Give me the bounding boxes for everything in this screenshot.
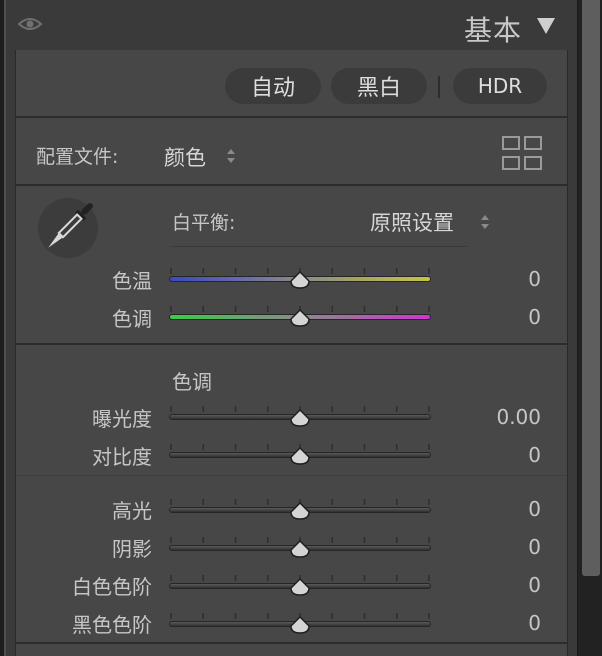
blacks-slider[interactable] <box>169 611 431 634</box>
scrollbar[interactable] <box>577 0 602 656</box>
eyedropper-icon[interactable] <box>36 196 100 260</box>
dropdown-arrows-icon[interactable] <box>480 213 490 231</box>
white-balance-dropdown[interactable]: 原照设置 <box>370 207 454 237</box>
whites-label: 白色色阶 <box>72 575 152 599</box>
highlights-value[interactable]: 0 <box>528 497 541 521</box>
white-balance-label: 白平衡: <box>172 212 236 234</box>
tone-section-label: 色调 <box>172 370 212 394</box>
profile-label: 配置文件: <box>36 146 119 168</box>
slider-thumb[interactable] <box>289 578 311 596</box>
temp-label: 色温 <box>112 269 152 293</box>
exposure-slider[interactable] <box>169 404 431 427</box>
divider <box>16 116 567 118</box>
slider-thumb[interactable] <box>289 502 311 520</box>
tint-slider[interactable] <box>169 304 431 327</box>
shadows-value[interactable]: 0 <box>528 535 541 559</box>
slider-thumb[interactable] <box>289 409 311 427</box>
button-divider <box>438 76 440 98</box>
contrast-slider[interactable] <box>169 442 431 465</box>
shadows-slider[interactable] <box>169 535 431 558</box>
dropdown-underline <box>171 246 467 247</box>
slider-thumb[interactable] <box>289 271 311 289</box>
tint-label: 色调 <box>112 307 152 331</box>
divider <box>16 642 567 644</box>
eye-icon[interactable] <box>18 16 42 32</box>
triangle-down-icon[interactable] <box>536 17 556 35</box>
slider-thumb[interactable] <box>289 540 311 558</box>
dropdown-arrows-icon[interactable] <box>226 147 236 165</box>
auto-button[interactable]: 自动 <box>225 68 321 104</box>
panel-header[interactable]: 基本 <box>6 0 568 50</box>
hdr-button[interactable]: HDR <box>453 68 547 104</box>
temp-slider[interactable] <box>169 266 431 289</box>
left-panel-edge <box>0 0 6 656</box>
slider-thumb[interactable] <box>289 616 311 634</box>
temp-value[interactable]: 0 <box>528 267 541 291</box>
blacks-label: 黑色色阶 <box>72 613 152 637</box>
black-white-button[interactable]: 黑白 <box>331 68 427 104</box>
divider <box>16 184 567 186</box>
contrast-value[interactable]: 0 <box>528 443 541 467</box>
divider <box>16 475 567 476</box>
grid-icon[interactable] <box>502 136 542 170</box>
panel-title: 基本 <box>463 14 522 47</box>
exposure-value[interactable]: 0.00 <box>496 405 541 429</box>
whites-value[interactable]: 0 <box>528 573 541 597</box>
contrast-label: 对比度 <box>92 445 152 469</box>
whites-slider[interactable] <box>169 573 431 596</box>
highlights-slider[interactable] <box>169 497 431 520</box>
blacks-value[interactable]: 0 <box>528 611 541 635</box>
profile-dropdown[interactable]: 颜色 <box>164 142 206 172</box>
slider-thumb[interactable] <box>289 447 311 465</box>
highlights-label: 高光 <box>112 499 152 523</box>
divider <box>16 343 567 345</box>
scrollbar-thumb[interactable] <box>582 0 600 576</box>
exposure-label: 曝光度 <box>92 407 152 431</box>
tint-value[interactable]: 0 <box>528 305 541 329</box>
basic-panel: 自动 黑白 HDR 配置文件: 颜色 白平衡: 原照设置 色温 0 色调 0 色… <box>15 50 568 656</box>
shadows-label: 阴影 <box>112 537 152 561</box>
slider-thumb[interactable] <box>289 309 311 327</box>
